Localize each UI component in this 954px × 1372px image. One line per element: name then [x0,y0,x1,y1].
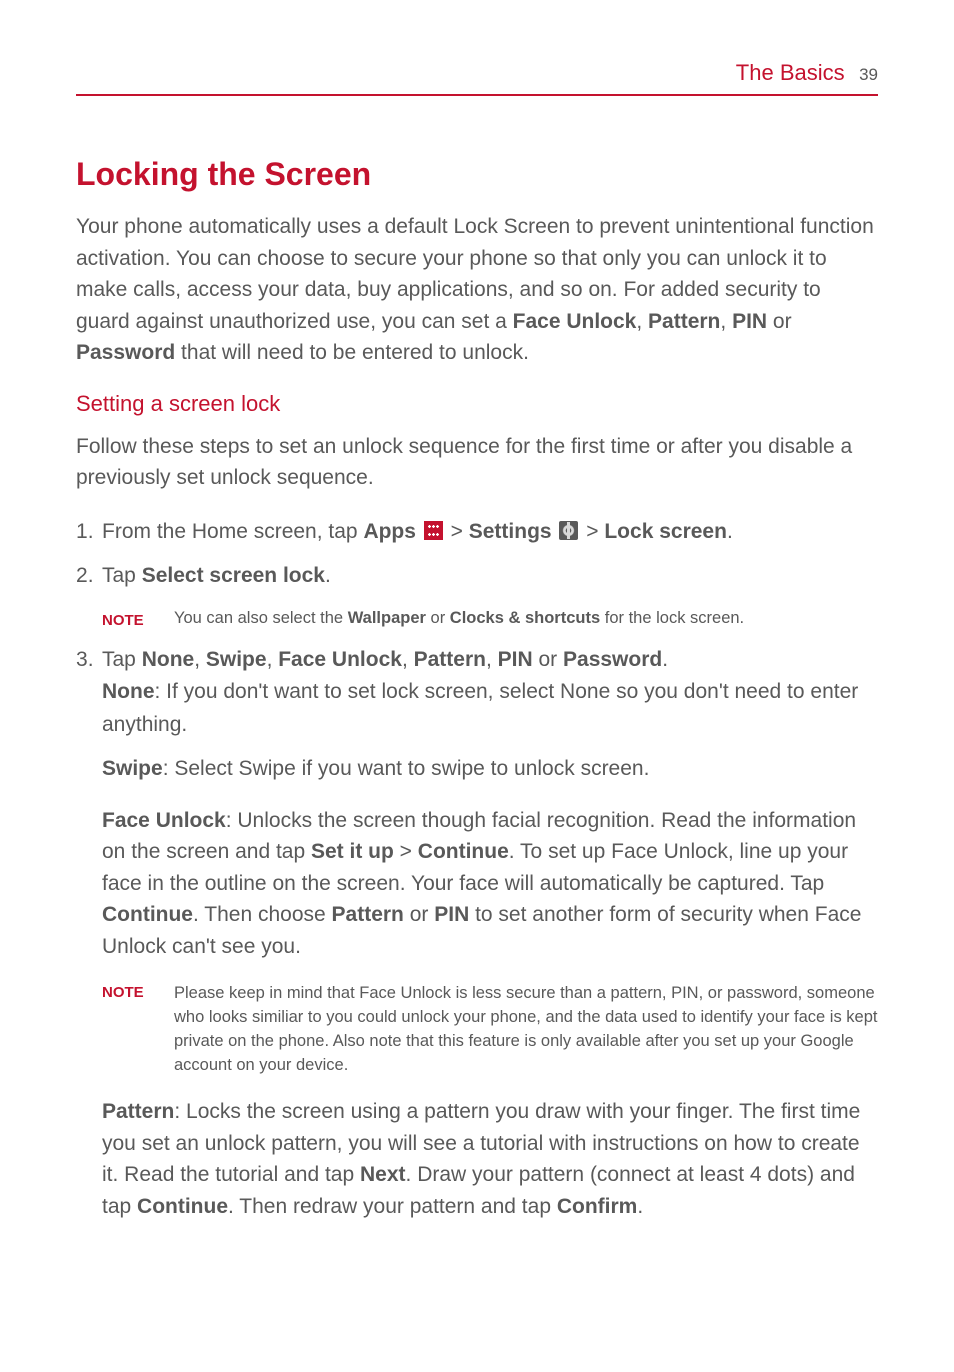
bold-text: Select screen lock [142,564,325,587]
text: that will need to be entered to unlock. [175,341,529,364]
bold-text: Continue [102,903,193,926]
subsection-heading: Setting a screen lock [76,391,878,417]
bold-text: Pattern [102,1100,174,1123]
text: : If you don't want to set lock screen, … [102,680,858,736]
subsection-intro: Follow these steps to set an unlock sequ… [76,431,878,494]
header-chapter-title: The Basics [736,60,845,85]
text: . [637,1195,643,1218]
bold-text: None [102,680,155,703]
bold-text: Confirm [557,1195,638,1218]
bold-text: Lock screen [604,520,727,543]
text: or [767,310,792,333]
text: > [394,840,418,863]
bold-text: Settings [469,520,552,543]
text: . [662,648,668,671]
note-block: NOTE Please keep in mind that Face Unloc… [76,982,878,1078]
bold-text: Pattern [414,648,486,671]
text: You can also select the [174,609,348,627]
bold-text: Swipe [206,648,267,671]
step-item: Tap Select screen lock. NOTE You can als… [76,560,878,632]
section-intro: Your phone automatically uses a default … [76,211,878,369]
section-heading: Locking the Screen [76,156,878,193]
text: , [720,310,732,333]
header-page-number: 39 [859,65,878,84]
note-text: Please keep in mind that Face Unlock is … [174,982,878,1078]
note-block: NOTE You can also select the Wallpaper o… [102,607,878,632]
option-pattern: Pattern: Locks the screen using a patter… [76,1096,878,1222]
bold-text: PIN [732,310,767,333]
bold-text: Password [76,341,175,364]
bold-text: Face Unlock [513,310,637,333]
text: or [426,609,450,627]
option-face-unlock: Face Unlock: Unlocks the screen though f… [76,805,878,963]
text: , [402,648,414,671]
text: . [325,564,331,587]
text: Tap [102,564,142,587]
text: , [194,648,206,671]
text: . Then redraw your pattern and tap [228,1195,557,1218]
bold-text: Next [360,1163,406,1186]
bold-text: Clocks & shortcuts [450,609,600,627]
note-label: NOTE [102,982,174,1078]
bold-text: Apps [363,520,416,543]
bold-text: Wallpaper [348,609,426,627]
bold-text: Pattern [648,310,720,333]
step-item: From the Home screen, tap Apps > Setting… [76,516,878,549]
text: , [636,310,648,333]
bold-text: Continue [418,840,509,863]
note-text: You can also select the Wallpaper or Clo… [174,607,744,632]
text: : Select Swipe if you want to swipe to u… [163,757,650,780]
text: or [404,903,434,926]
text: > [451,520,469,543]
text: From the Home screen, tap [102,520,363,543]
text: or [533,648,563,671]
steps-list: From the Home screen, tap Apps > Setting… [76,516,878,742]
bold-text: Set it up [311,840,394,863]
settings-icon [559,521,578,540]
option-swipe: Swipe: Select Swipe if you want to swipe… [76,753,878,785]
bold-text: Swipe [102,757,163,780]
apps-icon [424,521,443,540]
text: . [727,520,733,543]
text: , [486,648,498,671]
text: Tap [102,648,142,671]
text: for the lock screen. [600,609,744,627]
bold-text: PIN [434,903,469,926]
bold-text: Face Unlock [278,648,402,671]
bold-text: Pattern [332,903,404,926]
text: > [580,520,604,543]
page-header: The Basics 39 [76,60,878,96]
bold-text: None [142,648,195,671]
bold-text: Password [563,648,662,671]
note-label: NOTE [102,607,174,632]
bold-text: PIN [498,648,533,671]
bold-text: Face Unlock [102,809,226,832]
step-item: Tap None, Swipe, Face Unlock, Pattern, P… [76,644,878,742]
text: , [267,648,279,671]
bold-text: Continue [137,1195,228,1218]
text: . Then choose [193,903,332,926]
